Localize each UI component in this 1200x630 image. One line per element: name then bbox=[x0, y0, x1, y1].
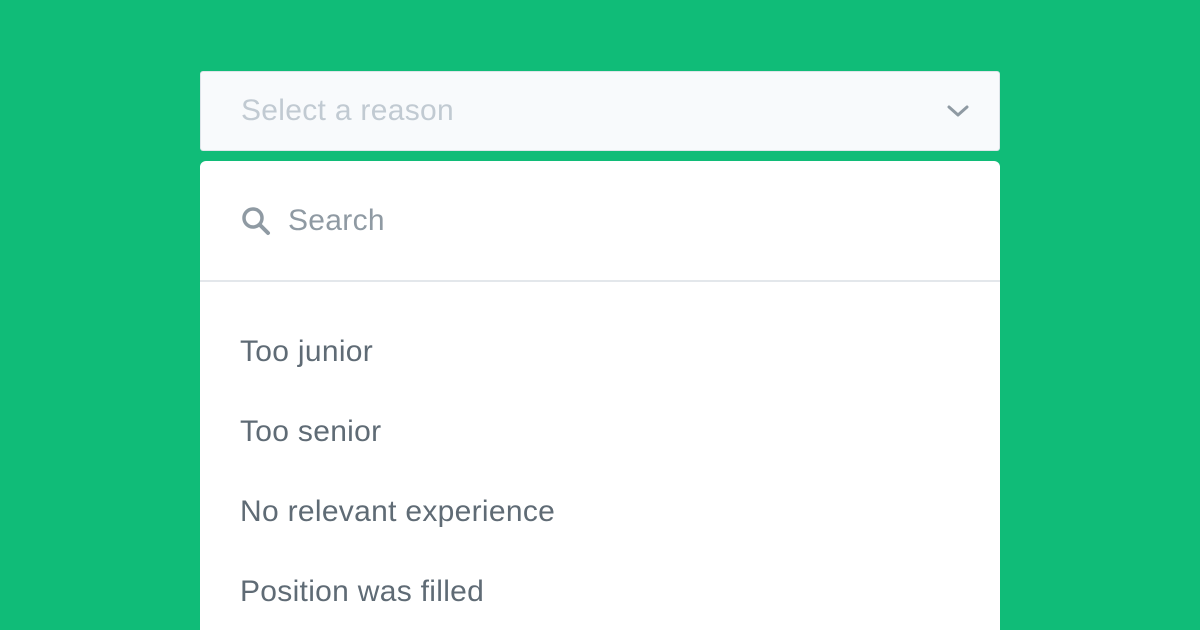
options-list: Too junior Too senior No relevant experi… bbox=[200, 282, 1000, 630]
option-no-relevant-experience[interactable]: No relevant experience bbox=[200, 472, 1000, 552]
reason-select[interactable]: Select a reason bbox=[200, 71, 1000, 151]
chevron-down-icon[interactable] bbox=[945, 98, 971, 124]
search-row bbox=[200, 161, 1000, 282]
dropdown-menu: Too junior Too senior No relevant experi… bbox=[200, 161, 1000, 630]
search-icon bbox=[240, 205, 272, 237]
select-placeholder: Select a reason bbox=[241, 94, 454, 127]
option-too-junior[interactable]: Too junior bbox=[200, 312, 1000, 392]
search-input[interactable] bbox=[288, 203, 888, 238]
option-position-was-filled[interactable]: Position was filled bbox=[200, 552, 1000, 630]
option-too-senior[interactable]: Too senior bbox=[200, 392, 1000, 472]
